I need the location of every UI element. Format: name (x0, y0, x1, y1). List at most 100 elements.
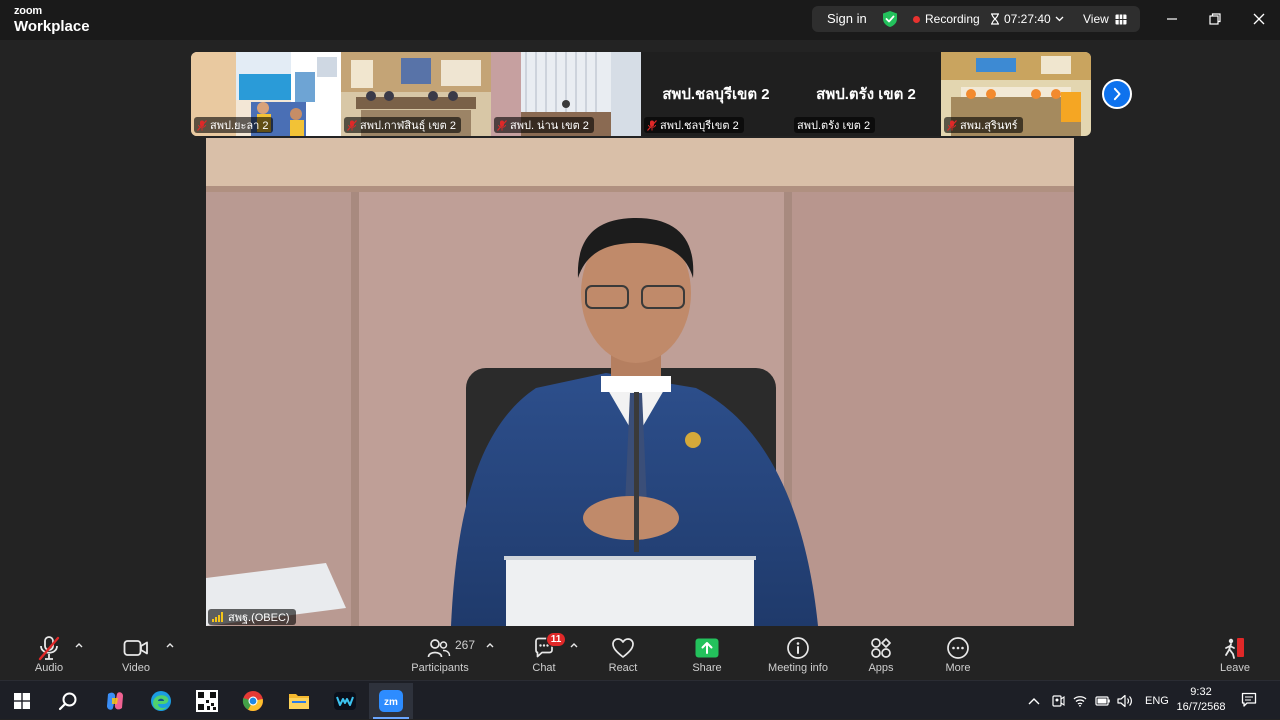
close-window-icon[interactable] (1249, 9, 1269, 29)
audio-button[interactable]: Audio (31, 628, 67, 680)
participant-tile[interactable]: สพป.ตรัง เขต 2 สพป.ตรัง เขต 2 (791, 52, 941, 136)
brand-small: zoom (14, 5, 42, 17)
qr-code-icon (196, 690, 218, 712)
notification-center-icon[interactable] (1241, 692, 1257, 708)
volume-speaker-icon[interactable] (1117, 694, 1133, 708)
active-speaker-video[interactable] (206, 138, 1074, 626)
chrome-browser-app[interactable] (231, 683, 275, 719)
muted-mic-icon (347, 119, 357, 131)
apps-button[interactable]: Apps (864, 628, 898, 680)
participant-gallery-strip: สพป.ยะลา 2 สพป.กาฬสินธุ์ เขต 2 สพป. น่าน… (191, 52, 1091, 136)
chat-options-caret-icon[interactable] (569, 640, 579, 650)
participant-name: สพป.กาฬสินธุ์ เขต 2 (360, 120, 456, 132)
participant-tile[interactable]: สพป. น่าน เขต 2 (491, 52, 641, 136)
video-camera-icon (123, 640, 148, 656)
webex-icon (334, 692, 356, 710)
system-tray: ENG (1027, 681, 1169, 720)
copilot-app[interactable] (93, 683, 137, 719)
chrome-icon (242, 691, 263, 711)
windows-logo-icon (14, 693, 30, 709)
info-circle-icon (787, 637, 809, 659)
react-label: React (608, 662, 638, 674)
share-label: Share (692, 662, 722, 674)
leave-door-icon (1225, 638, 1244, 659)
grid-view-icon (1114, 13, 1127, 25)
search-icon (58, 692, 77, 711)
timer-value: 07:27:40 (1004, 12, 1051, 26)
restore-window-icon[interactable] (1205, 9, 1225, 29)
show-hidden-icons-chevron-up-icon[interactable] (1027, 696, 1041, 706)
participant-tile[interactable]: สพป.ยะลา 2 (191, 52, 341, 136)
webex-app[interactable] (323, 683, 367, 719)
minimize-window-icon[interactable] (1162, 9, 1182, 29)
copilot-icon (107, 692, 123, 710)
recording-label: Recording (925, 12, 980, 26)
muted-mic-icon (197, 119, 207, 131)
participants-count: 267 (455, 638, 476, 652)
video-button[interactable]: Video (117, 628, 155, 680)
shield-check-icon[interactable] (881, 10, 899, 28)
edge-icon (151, 691, 171, 711)
meeting-info-label: Meeting info (768, 662, 828, 674)
speaker-name-label: สพฐ.(OBEC) (208, 609, 296, 625)
participant-name: สพป.ตรัง เขต 2 (797, 120, 871, 132)
muted-mic-icon (647, 119, 657, 131)
input-language-indicator[interactable]: ENG (1145, 695, 1169, 707)
file-explorer-app[interactable] (277, 683, 321, 719)
participant-name-label: สพป.ยะลา 2 (194, 117, 274, 133)
battery-charging-icon[interactable] (1095, 695, 1111, 707)
start-button[interactable] (0, 683, 44, 719)
signal-strength-icon (212, 612, 223, 622)
meeting-info-button[interactable]: Meeting info (763, 628, 833, 680)
participant-tile[interactable]: สพม.สุรินทร์ (941, 52, 1091, 136)
participant-name-placeholder: สพป.ชลบุรีเขต 2 (662, 86, 770, 103)
wifi-icon[interactable] (1073, 695, 1087, 707)
more-button[interactable]: More (941, 628, 975, 680)
view-label: View (1083, 12, 1109, 26)
apps-label: Apps (868, 662, 894, 674)
video-options-caret-icon[interactable] (165, 640, 175, 650)
video-label: Video (122, 662, 150, 674)
folder-icon (289, 694, 309, 709)
speaker-name: สพฐ.(OBEC) (228, 612, 290, 624)
participant-name-label: สพป.ตรัง เขต 2 (794, 117, 876, 133)
apps-icon (871, 638, 891, 658)
edge-browser-app[interactable] (139, 683, 183, 719)
audio-options-caret-icon[interactable] (74, 640, 84, 650)
qr-app[interactable] (185, 683, 229, 719)
share-screen-button[interactable]: Share (688, 628, 726, 680)
view-button[interactable]: View (1083, 12, 1127, 26)
search-button[interactable] (46, 683, 90, 719)
participant-name: สพป.ชลบุรีเขต 2 (660, 120, 739, 132)
meeting-controls-toolbar: Audio Video Participants 267 Chat 11 Rea… (0, 628, 1280, 680)
participants-options-caret-icon[interactable] (485, 640, 495, 650)
participant-name: สพป. น่าน เขต 2 (510, 120, 589, 132)
leave-meeting-button[interactable]: Leave (1218, 628, 1252, 680)
title-bar: zoom Workplace Sign in Recording 07:27:4… (0, 0, 1280, 40)
participant-tile[interactable]: สพป.ชลบุรีเขต 2 สพป.ชลบุรีเขต 2 (641, 52, 791, 136)
heart-icon (612, 638, 634, 658)
taskbar-clock[interactable]: 9:32 16/7/2568 (1172, 685, 1230, 715)
windows-taskbar: zm ENG 9:32 16/7/2568 (0, 680, 1280, 719)
meeting-timer[interactable]: 07:27:40 (990, 12, 1064, 26)
meet-now-icon[interactable] (1051, 694, 1065, 708)
hourglass-icon (991, 13, 999, 25)
recording-indicator[interactable]: Recording (913, 12, 980, 26)
next-page-chevron-right-icon[interactable] (1102, 79, 1132, 109)
muted-microphone-icon (38, 636, 60, 661)
participant-name-label: สพม.สุรินทร์ (944, 117, 1023, 133)
participant-name-label: สพป.ชลบุรีเขต 2 (644, 117, 744, 133)
sign-in-button[interactable]: Sign in (827, 11, 867, 26)
share-screen-icon (695, 638, 719, 658)
participants-button[interactable]: Participants (405, 628, 475, 680)
zoom-app[interactable]: zm (369, 683, 413, 719)
zoom-app-icon: zm (379, 690, 403, 712)
participant-name-label: สพป. น่าน เขต 2 (494, 117, 594, 133)
participant-name: สพป.ยะลา 2 (210, 120, 269, 132)
react-button[interactable]: React (604, 628, 642, 680)
participants-icon (427, 639, 451, 658)
chat-label: Chat (532, 662, 556, 674)
speaker-video-frame (206, 138, 1074, 626)
clock-date: 16/7/2568 (1176, 701, 1226, 713)
participant-tile[interactable]: สพป.กาฬสินธุ์ เขต 2 (341, 52, 491, 136)
